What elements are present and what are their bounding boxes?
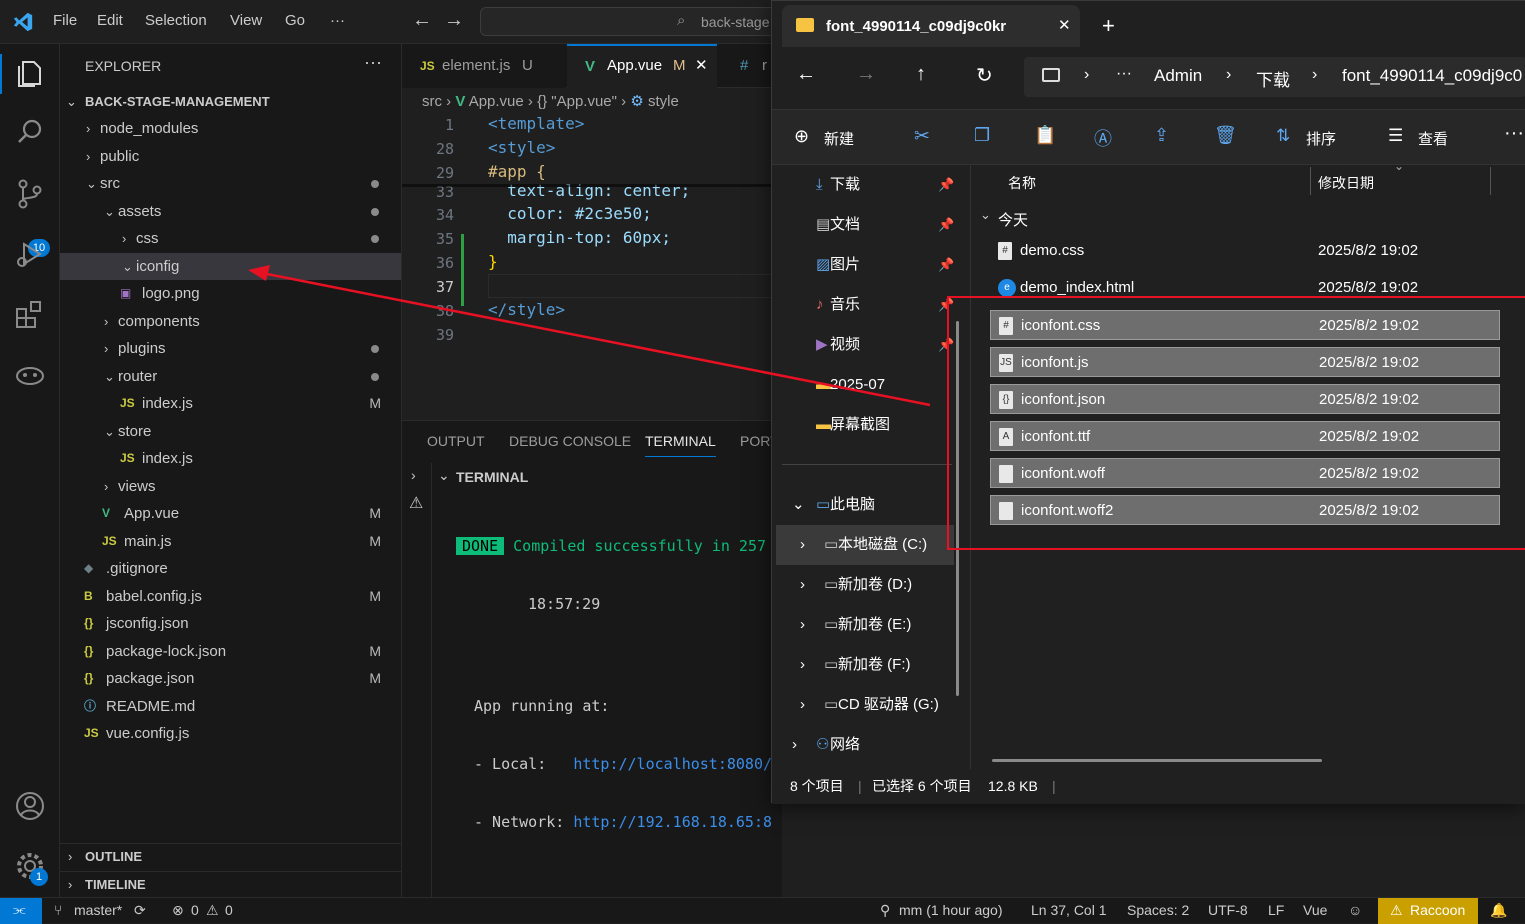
warning-count[interactable]: 0 xyxy=(225,902,233,918)
sync-icon[interactable]: ⟳ xyxy=(134,902,146,919)
indentation[interactable]: Spaces: 2 xyxy=(1127,902,1189,918)
annotation-arrow-line xyxy=(261,271,931,407)
annotation-overlay xyxy=(248,265,1525,550)
remote-button[interactable]: ⫘ xyxy=(0,898,42,924)
blame-icon: ⚲ xyxy=(880,902,891,918)
status-bar: ⫘ ⑂ master* ⟳ ⊗ 0 ⚠ 0 ⚲ mm (1 hour ago) … xyxy=(0,897,1525,924)
warning-icon: ⚠ xyxy=(1390,902,1403,918)
warning-icon: ⚠ xyxy=(206,902,219,918)
git-branch[interactable]: master* xyxy=(74,902,122,918)
encoding[interactable]: UTF-8 xyxy=(1208,902,1248,918)
remote-icon: ⫘ xyxy=(13,901,26,917)
notification-bell-icon[interactable]: 🔔 xyxy=(1490,902,1507,919)
error-count[interactable]: 0 xyxy=(191,902,199,918)
cursor-position[interactable]: Ln 37, Col 1 xyxy=(1031,902,1107,918)
git-blame[interactable]: mm (1 hour ago) xyxy=(899,902,1002,918)
branch-icon: ⑂ xyxy=(54,902,63,918)
copilot-icon[interactable]: ☺ xyxy=(1348,902,1362,918)
language-mode[interactable]: Vue xyxy=(1303,902,1327,918)
annotation-arrow-head xyxy=(248,265,270,281)
eol[interactable]: LF xyxy=(1268,902,1284,918)
annotation-box xyxy=(947,296,1525,550)
raccoon-status[interactable]: ⚠ Raccoon xyxy=(1378,898,1478,924)
error-icon: ⊗ xyxy=(172,902,184,918)
raccoon-label: Raccoon xyxy=(1410,902,1466,918)
